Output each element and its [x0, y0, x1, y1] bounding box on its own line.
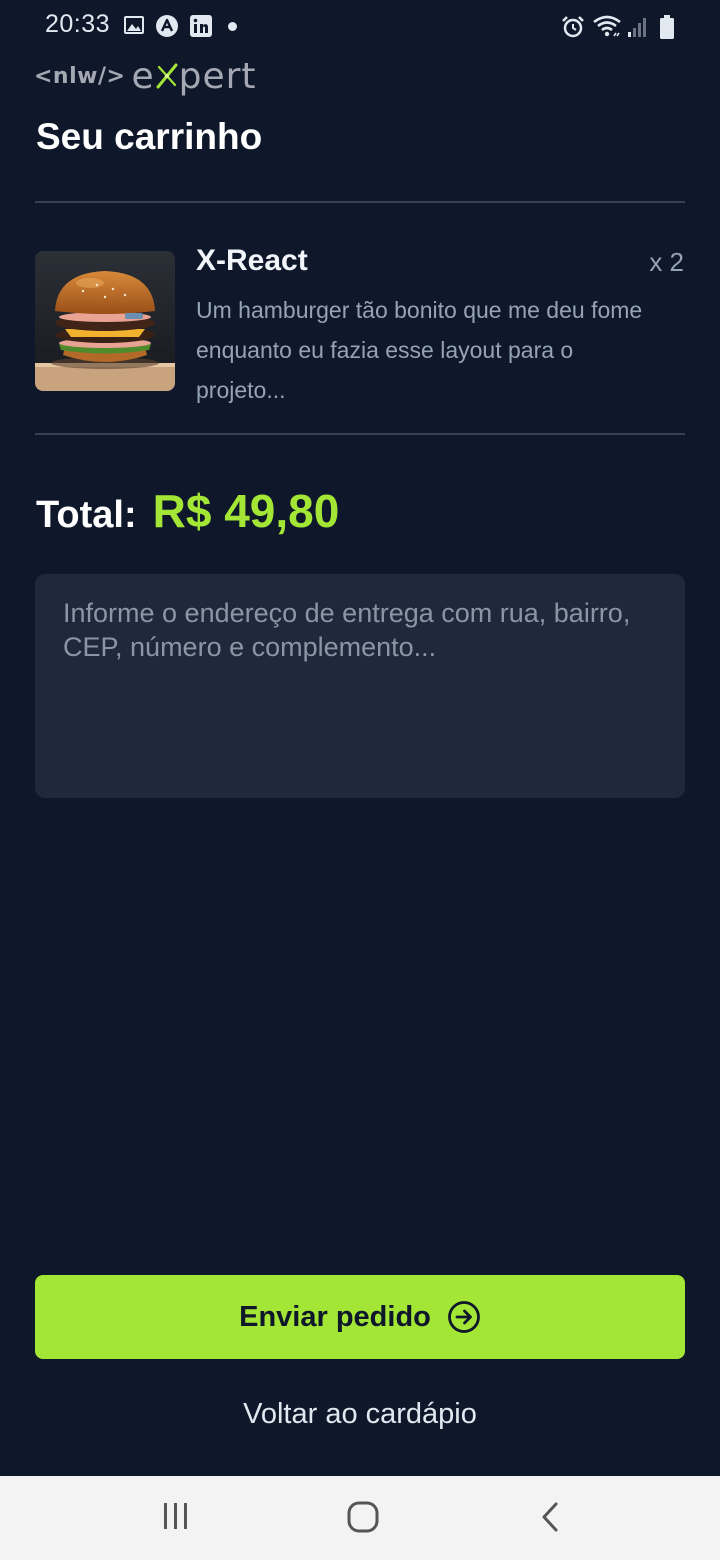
item-description: Um hamburger tão bonito que me deu fome … — [196, 297, 643, 403]
item-name: X-React — [196, 244, 308, 277]
back-icon[interactable] — [538, 1500, 564, 1534]
home-icon[interactable] — [346, 1500, 380, 1534]
logo-wordmark-end: pert — [178, 55, 257, 97]
status-bar: 20:33 — [0, 0, 720, 56]
app-a-icon — [156, 15, 178, 37]
status-time: 20:33 — [45, 10, 111, 38]
logo-spark-icon — [156, 63, 178, 88]
logo-prefix: <nlw/> — [34, 63, 126, 89]
signal-icon — [628, 18, 646, 37]
item-quantity: x 2 — [649, 247, 684, 277]
logo-wordmark-start: e — [131, 55, 155, 97]
address-textarea[interactable] — [35, 574, 685, 798]
recents-icon[interactable] — [160, 1500, 192, 1532]
total-value: R$ 49,80 — [152, 485, 340, 537]
back-to-menu-link[interactable]: Voltar ao cardápio — [0, 1398, 720, 1431]
wifi-icon — [593, 15, 621, 37]
total-label: Total: — [36, 494, 137, 536]
alarm-icon — [562, 16, 584, 38]
page-title: Seu carrinho — [36, 116, 263, 157]
top-divider — [35, 201, 685, 203]
bottom-divider — [35, 433, 685, 435]
send-order-button[interactable]: Enviar pedido — [35, 1275, 685, 1359]
send-order-label: Enviar pedido — [239, 1300, 431, 1333]
system-nav-bar — [0, 1476, 720, 1560]
notification-dot-icon — [228, 22, 237, 31]
cart-screen: 20:33 <nlw/> e pert Seu carrinho X-React… — [0, 0, 720, 1560]
logo-wordmark: e pert — [131, 56, 256, 97]
arrow-right-circle-icon — [447, 1301, 480, 1333]
linkedin-icon — [190, 15, 212, 37]
gallery-icon — [124, 16, 144, 34]
total-row: Total: R$ 49,80 — [36, 484, 339, 538]
nlw-expert-logo: <nlw/> e pert — [34, 54, 257, 98]
battery-icon — [660, 15, 674, 39]
burger-image — [35, 251, 175, 391]
